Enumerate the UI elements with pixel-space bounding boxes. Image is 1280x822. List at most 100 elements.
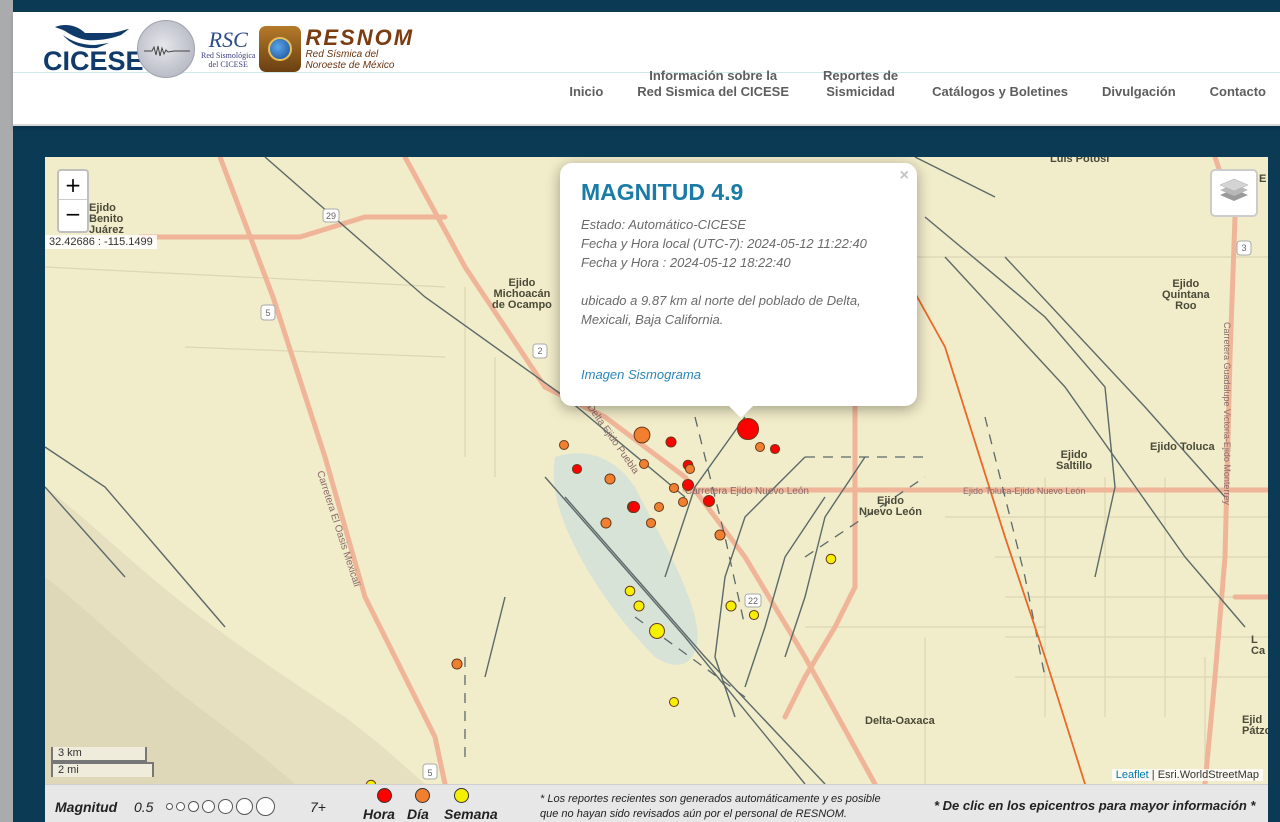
nav-catalogos[interactable]: Catálogos y Boletines [915,84,1085,100]
resnom-logo-text: RESNOM Red Sísmica del Noroeste de Méxic… [305,25,415,72]
label-edge-2: L Ca [1251,634,1266,657]
popup-fecha-local: Fecha y Hora local (UTC-7): 2024-05-12 1… [581,236,867,251]
legend-max: 7+ [310,799,326,815]
epicenter-hora[interactable] [702,494,716,508]
leaflet-link[interactable]: Leaflet [1116,769,1149,781]
epicenter-semana[interactable] [725,600,737,612]
svg-text:5: 5 [265,308,270,318]
nav-reportes[interactable]: Reportes de Sismicidad [806,68,915,100]
layers-control-button[interactable] [1210,169,1258,217]
epicenter-dia[interactable] [559,440,569,450]
label-saltillo: Ejido Saltillo [1056,449,1093,472]
scale-km: 3 km [51,747,147,762]
epicenter-hora[interactable] [769,443,781,455]
zoom-out-button[interactable]: − [59,200,87,229]
zoom-control: + − [57,169,89,233]
cicese-logo[interactable]: CICESE [43,19,144,79]
legend-magnitude-label: Magnitud [55,799,118,815]
legend-hora: Hora [363,806,395,822]
logo-group[interactable]: CICESE RSC Red Sismológica del CICESE RE… [43,16,414,82]
epicenter-dia[interactable] [714,529,726,541]
svg-text:Carretera Ejido Nuevo León: Carretera Ejido Nuevo León [685,486,809,497]
svg-text:Carretera Guadalupe Victoria-E: Carretera Guadalupe Victoria-Ejido Monte… [1222,322,1232,505]
epicenter-dia[interactable] [668,482,680,494]
epicenter-dia[interactable] [639,459,649,469]
size-circle [176,801,185,811]
epicenter-semana[interactable] [624,585,636,597]
epicenter-hora[interactable] [736,417,760,441]
epicenter-dia[interactable] [600,517,612,529]
size-circle [202,799,215,813]
nav-inicio[interactable]: Inicio [552,84,620,100]
label-michoacan: Ejido Michoacán de Ocampo [492,277,552,311]
popup-tip [727,404,755,418]
epicenter-dia[interactable] [604,473,616,485]
label-benito-juarez: Ejido Benito Juárez [89,202,124,236]
epicenter-hora[interactable] [681,478,695,492]
cicese-wordmark: CICESE [43,46,144,76]
popup-ubicacion-2: Mexicali, Baja California. [581,312,724,327]
epicenter-semana[interactable] [825,553,837,565]
layers-icon [1219,178,1249,201]
epicenter-hora[interactable] [571,463,583,475]
scale-mi: 2 mi [51,762,154,777]
label-luis-potosi: Luis Potosí [1050,157,1110,165]
site-header: CICESE RSC Red Sismológica del CICESE RE… [13,12,1280,126]
epicenter-dia[interactable] [633,426,651,444]
epicenter-semana[interactable] [633,600,645,612]
rsc-seal [137,20,195,78]
legend-note: * Los reportes recientes son generados a… [540,793,881,820]
svg-text:2: 2 [537,346,542,356]
legend-click-hint: * De clic en los epicentros para mayor i… [934,798,1256,813]
legend-size-scale [166,795,275,817]
popup-close-button[interactable]: × [900,167,909,185]
legend-dot-dia [415,788,430,803]
seismic-map[interactable]: 29 5 2 3 22 5 Delta Ejido Puebla Carrete… [45,157,1268,784]
epicenter-dia[interactable] [685,464,695,474]
legend-dot-semana [454,788,469,803]
size-circle [256,796,275,816]
epicenter-dia[interactable] [451,658,463,670]
legend-min: 0.5 [134,799,154,815]
label-patzcuaro: Ejid Pátzc [1242,714,1268,737]
label-edge-1: E [1259,173,1267,185]
epicenter-hora[interactable] [665,436,677,448]
popup-ubicacion-1: ubicado a 9.87 km al norte del poblado d… [581,293,861,308]
popup-title: MAGNITUD 4.9 [581,179,744,205]
event-popup: × MAGNITUD 4.9 Estado: Automático-CICESE… [560,163,917,406]
map-legend: Magnitud 0.5 7+ Hora Día Semana * Los re… [45,784,1268,822]
label-nuevo-leon: Ejido Nuevo León [859,495,922,518]
svg-text:22: 22 [748,596,758,606]
rsc-subtitle-2: del CICESE [208,60,248,69]
epicenter-hora[interactable] [627,500,641,514]
label-delta-oaxaca: Delta-Oaxaca [865,715,935,727]
epicenter-dia[interactable] [755,442,765,452]
svg-text:Carretera El Oasis Mexicali: Carretera El Oasis Mexicali [314,470,362,589]
rsc-subtitle-1: Red Sismológica [201,51,256,60]
epicenter-dia[interactable] [654,502,664,512]
nav-informacion[interactable]: Información sobre la Red Sismica del CICE… [620,68,806,100]
page-left-border [0,0,13,822]
resnom-subtitle-2: Noroeste de México [305,60,395,71]
seismogram-link[interactable]: Imagen Sismograma [581,367,896,382]
epicenter-dia[interactable] [678,497,688,507]
epicenter-semana[interactable] [669,697,679,707]
size-circle [188,800,199,812]
scale-bar: 3 km 2 mi [51,747,154,777]
rsc-logo-text: RSC Red Sismológica del CICESE [201,29,256,70]
epicenter-semana[interactable] [649,623,665,639]
label-quintana-roo: Ejido Quintana Roo [1162,278,1210,312]
epicenter-dia[interactable] [645,517,657,529]
zoom-in-button[interactable]: + [59,171,87,200]
nav-divulgacion[interactable]: Divulgación [1085,84,1193,100]
legend-dot-hora [377,788,392,803]
tile-source: Esri.WorldStreetMap [1157,769,1259,781]
legend-semana: Semana [444,806,498,822]
epicenter-semana[interactable] [748,609,760,621]
cursor-coordinates: 32.42686 : -115.1499 [45,235,157,249]
svg-text:Ejido Toluca-Ejido Nuevo León: Ejido Toluca-Ejido Nuevo León [963,486,1085,496]
svg-text:29: 29 [326,211,336,221]
nav-contacto[interactable]: Contacto [1193,84,1280,100]
resnom-badge [259,26,302,72]
resnom-title: RESNOM [305,25,415,50]
